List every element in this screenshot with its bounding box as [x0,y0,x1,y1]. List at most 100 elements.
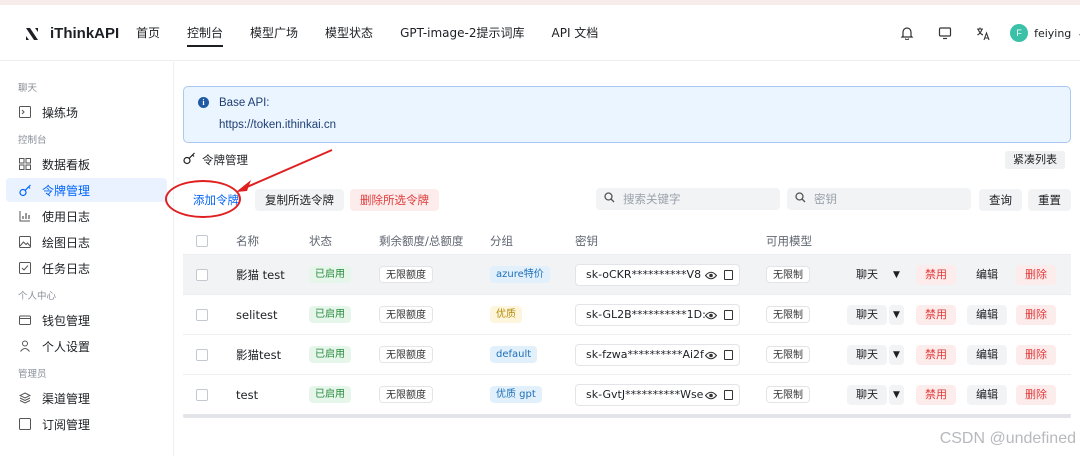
table-row: 影猫 test 已启用 无限额度 azure特价 sk-oCKR**********V8… [183,255,1071,295]
layers-icon [18,391,32,405]
reset-button[interactable]: 重置 [1028,189,1071,211]
sidebar-item-subscriptions[interactable]: 订阅管理 [6,412,167,436]
monitor-icon[interactable] [934,22,956,44]
nav-model-status[interactable]: 模型状态 [325,5,373,61]
disable-button[interactable]: 禁用 [916,345,956,365]
image-icon [18,235,32,249]
sidebar-item-usage-logs[interactable]: 使用日志 [6,204,167,228]
subscription-icon [18,417,32,431]
chat-button[interactable]: 聊天 [847,265,887,285]
group-tag-text: 优质 gpt [490,386,542,403]
sidebar-item-playground[interactable]: 操练场 [6,100,167,124]
chat-dropdown-icon[interactable]: ▼ [889,265,904,285]
page-title: 令牌管理 [183,152,248,168]
quota-tag-text: 无限额度 [379,346,433,363]
select-all-checkbox[interactable] [196,234,208,247]
group-tag: 优质 [490,306,522,323]
row-checkbox[interactable] [196,388,208,401]
chat-button[interactable]: 聊天 [847,345,887,365]
brand-logo[interactable]: iThinkAPI [24,25,119,42]
delete-button[interactable]: 删除 [1016,385,1056,405]
compact-list-button[interactable]: 紧凑列表 [1005,151,1065,169]
chat-dropdown-icon[interactable]: ▼ [889,305,904,325]
chat-button[interactable]: 聊天 [847,385,887,405]
sidebar-item-tokens[interactable]: 令牌管理 [6,178,167,202]
nav-api-docs[interactable]: API 文档 [552,5,599,61]
info-icon: i [198,97,209,108]
chat-button[interactable]: 聊天 [847,305,887,325]
delete-button[interactable]: 删除 [1016,305,1056,325]
edit-button[interactable]: 编辑 [967,305,1007,325]
table-header: 名称 状态 剩余额度/总额度 分组 密钥 可用模型 [183,227,1071,255]
nav-prompt-library[interactable]: GPT-image-2提示词库 [400,5,524,61]
delete-button[interactable]: 删除 [1016,345,1056,365]
sidebar-item-label: 数据看板 [42,157,91,172]
key-text: sk-oCKR**********V8 [586,267,702,281]
row-checkbox[interactable] [196,268,208,281]
key-search-input[interactable] [814,192,954,206]
copy-icon[interactable] [724,389,733,400]
add-token-button[interactable]: 添加令牌 [183,189,249,211]
watermark: CSDN @undefined [939,430,1076,447]
sidebar-item-channels[interactable]: 渠道管理 [6,386,167,410]
horizontal-scrollbar[interactable] [183,414,1071,418]
table-row: 影猫test 已启用 无限额度 default sk-fzwa**********Ai2… [183,335,1071,375]
user-menu[interactable]: F feiying ⌄ [1010,24,1080,42]
eye-icon[interactable] [704,347,718,365]
col-name: 名称 [236,233,259,248]
query-button[interactable]: 查询 [979,189,1022,211]
row-checkbox[interactable] [196,308,208,321]
token-name: 影猫 test [236,267,285,282]
toolbar: 添加令牌 复制所选令牌 删除所选令牌 查询 重置 [183,187,1071,213]
models-tag: 无限制 [766,306,810,323]
copy-icon[interactable] [724,309,733,320]
models-tag: 无限制 [766,266,810,283]
sidebar-section-console: 控制台 [18,135,47,146]
bell-icon[interactable] [896,22,918,44]
delete-button[interactable]: 删除 [1016,265,1056,285]
disable-button[interactable]: 禁用 [916,305,956,325]
copy-icon[interactable] [724,269,733,280]
edit-button[interactable]: 编辑 [967,265,1007,285]
nav-console[interactable]: 控制台 [187,5,224,61]
edit-button[interactable]: 编辑 [967,385,1007,405]
tokens-table: 名称 状态 剩余额度/总额度 分组 密钥 可用模型 影猫 test 已启用 无限额度… [183,227,1071,415]
sidebar-item-dashboard[interactable]: 数据看板 [6,152,167,176]
sidebar-item-wallet[interactable]: 钱包管理 [6,308,167,332]
quota-tag: 无限额度 [379,346,433,363]
sidebar-item-settings[interactable]: 个人设置 [6,334,167,358]
sidebar-item-drawing-logs[interactable]: 绘图日志 [6,230,167,254]
sidebar-item-task-logs[interactable]: 任务日志 [6,256,167,280]
language-icon[interactable] [972,22,994,44]
nav-home[interactable]: 首页 [136,5,160,61]
copy-selected-button[interactable]: 复制所选令牌 [255,189,344,211]
bar-chart-icon [18,209,32,223]
row-checkbox[interactable] [196,348,208,361]
chat-dropdown-icon[interactable]: ▼ [889,345,904,365]
eye-icon[interactable] [704,267,718,285]
disable-button[interactable]: 禁用 [916,385,956,405]
copy-icon[interactable] [724,349,733,360]
key-field: sk-fzwa**********Ai2f [575,343,740,366]
sidebar-item-label: 任务日志 [42,261,91,276]
edit-button[interactable]: 编辑 [967,345,1007,365]
key-field: sk-oCKR**********V8 [575,263,740,286]
wallet-icon [18,313,32,327]
keyword-search-input[interactable] [623,192,763,206]
eye-icon[interactable] [704,387,718,405]
banner-title: Base API: [219,97,270,109]
nav-model-plaza[interactable]: 模型广场 [250,5,298,61]
models-tag-text: 无限制 [766,266,810,283]
eye-icon[interactable] [704,307,718,325]
group-tag-text: 优质 [490,306,522,323]
col-quota: 剩余额度/总额度 [379,233,464,248]
quota-tag-text: 无限额度 [379,306,433,323]
key-search[interactable] [787,188,971,210]
banner-url[interactable]: https://token.ithinkai.cn [219,119,336,131]
delete-selected-button[interactable]: 删除所选令牌 [350,189,439,211]
grid-icon [18,157,32,171]
chat-dropdown-icon[interactable]: ▼ [889,385,904,405]
disable-button[interactable]: 禁用 [916,265,956,285]
keyword-search[interactable] [596,188,780,210]
col-status: 状态 [309,233,332,248]
